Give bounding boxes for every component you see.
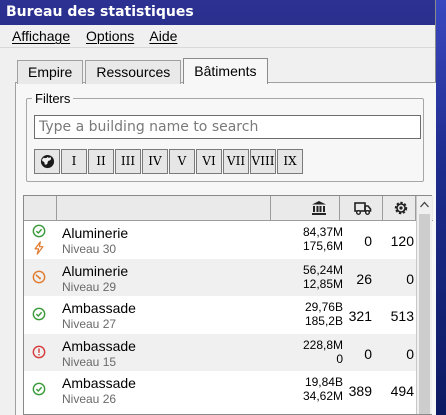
tier-filter-bar: I II III IV V VI VII VIII IX: [34, 149, 304, 174]
transport-value: 0: [364, 345, 372, 362]
scroll-up-arrow-icon[interactable]: [417, 196, 432, 213]
tier-all-button[interactable]: [34, 149, 60, 174]
header-status-column[interactable]: [24, 196, 57, 220]
building-level: Niveau 26: [62, 392, 117, 406]
building-level: Niveau 27: [62, 317, 117, 331]
building-name: Aluminerie: [62, 262, 129, 279]
tier-button[interactable]: II: [88, 149, 114, 174]
tier-button[interactable]: III: [115, 149, 141, 174]
lightning-icon: [34, 241, 44, 255]
tier-button[interactable]: V: [169, 149, 195, 174]
tier-button[interactable]: I: [61, 149, 87, 174]
table-row[interactable]: Ambassade Niveau 27 29,76B 185,2B 321 51…: [24, 296, 416, 334]
building-level: Niveau 29: [62, 279, 117, 294]
tab-strip: Empire Ressources Bâtiments: [17, 58, 270, 84]
check-circle-icon: [32, 307, 46, 321]
building-name: Aluminerie: [62, 225, 129, 241]
tier-button[interactable]: VII: [223, 149, 249, 174]
menu-aide[interactable]: Aide: [149, 28, 177, 44]
building-name: Ambassade: [62, 337, 136, 354]
building-level: Niveau 15: [62, 354, 117, 369]
header-name-column[interactable]: [57, 196, 271, 220]
workers-value: 513: [390, 308, 414, 324]
transport-value: 389: [348, 383, 372, 399]
table-row[interactable]: Aluminerie Niveau 29 56,24M 12,85M 26 0: [24, 258, 416, 296]
transport-value: 0: [364, 233, 372, 249]
desktop-background: [436, 0, 446, 415]
tab-empire[interactable]: Empire: [17, 60, 84, 84]
menu-options[interactable]: Options: [86, 28, 134, 44]
table-row[interactable]: Ambassade Niveau 15 228,8M 0 0 0: [24, 333, 416, 371]
building-name: Ambassade: [62, 375, 136, 391]
header-production-column[interactable]: [271, 196, 340, 220]
table-body: Aluminerie Niveau 30 84,37M 175,6M 0 120…: [24, 221, 416, 409]
transport-value: 26: [356, 270, 372, 287]
workers-value: 120: [390, 233, 414, 249]
menu-bar: Affichage Options Aide: [0, 25, 435, 48]
check-circle-icon: [32, 382, 46, 396]
building-name: Ambassade: [62, 300, 136, 316]
workers-value: 0: [406, 345, 414, 362]
alert-circle-icon: [32, 345, 46, 358]
bank-icon: [312, 201, 326, 215]
globe-icon: [40, 154, 54, 169]
workers-value: 494: [390, 383, 414, 399]
tier-button[interactable]: VI: [196, 149, 222, 174]
tab-ressources[interactable]: Ressources: [85, 60, 182, 84]
tab-batiments[interactable]: Bâtiments: [183, 58, 268, 84]
truck-icon: [354, 202, 372, 215]
vertical-scrollbar[interactable]: [416, 196, 432, 414]
tier-button[interactable]: VIII: [250, 149, 276, 174]
table-header: [24, 196, 433, 221]
transport-value: 321: [348, 308, 372, 324]
scroll-thumb[interactable]: [419, 214, 430, 414]
workers-value: 0: [406, 270, 414, 287]
check-circle-icon: [32, 224, 46, 238]
header-transport-column[interactable]: [340, 196, 383, 220]
gear-icon: [394, 201, 408, 215]
paused-speed-icon: [32, 270, 46, 283]
header-workers-column[interactable]: [383, 196, 416, 220]
tier-button[interactable]: IV: [142, 149, 168, 174]
tier-button[interactable]: IX: [277, 149, 303, 174]
building-search-input[interactable]: Type a building name to search: [34, 115, 421, 139]
filters-legend: Filters: [32, 91, 74, 106]
menu-affichage[interactable]: Affichage: [12, 28, 70, 44]
building-level: Niveau 30: [62, 242, 117, 256]
table-row[interactable]: Ambassade Niveau 26 19,84B 34,62M 389 49…: [24, 371, 416, 409]
buildings-table: Aluminerie Niveau 30 84,37M 175,6M 0 120…: [23, 195, 433, 415]
statistics-window: Bureau des statistiques Affichage Option…: [0, 0, 436, 415]
window-title[interactable]: Bureau des statistiques: [0, 0, 435, 25]
table-row[interactable]: Aluminerie Niveau 30 84,37M 175,6M 0 120: [24, 221, 416, 259]
